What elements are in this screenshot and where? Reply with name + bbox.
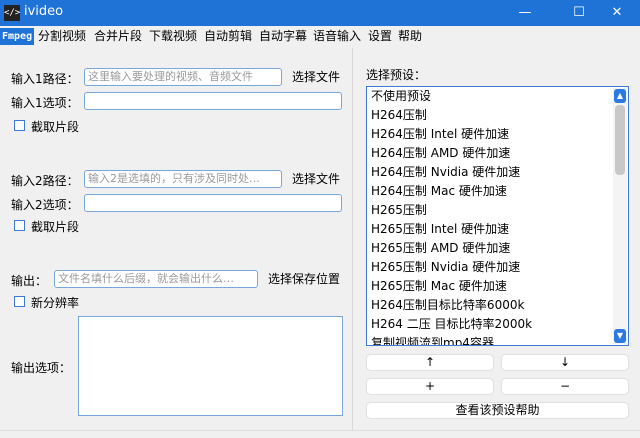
input1-options-field[interactable] <box>84 92 342 110</box>
remove-preset-button[interactable]: − <box>501 378 629 395</box>
output-options-label: 输出选项： <box>11 361 72 375</box>
panel-divider <box>352 48 353 430</box>
tab-merge-clips[interactable]: 合并片段 <box>94 28 142 45</box>
preset-help-button[interactable]: 查看该预设帮助 <box>366 402 629 419</box>
input2-options-label: 输入2选项： <box>11 198 79 212</box>
tab-auto-subtitle[interactable]: 自动字幕 <box>259 28 307 45</box>
preset-list-scrollbar[interactable]: ▲ ▼ <box>613 88 627 344</box>
input2-path-label: 输入2路径： <box>11 174 79 188</box>
tab-download-video[interactable]: 下载视频 <box>149 28 197 45</box>
list-item[interactable]: H265压制 AMD 硬件加速 <box>371 239 510 258</box>
status-bar <box>0 430 640 438</box>
input2-options-field[interactable] <box>84 194 342 212</box>
input1-clip-label: 截取片段 <box>31 120 80 134</box>
input2-choose-file-button[interactable]: 选择文件 <box>289 170 343 188</box>
tab-ffmpeg[interactable]: Fmpeg <box>0 28 35 45</box>
tab-auto-edit[interactable]: 自动剪辑 <box>204 28 252 45</box>
app-logo-icon: </> <box>4 5 20 21</box>
close-button[interactable]: ✕ <box>594 0 640 26</box>
window-title: ivideo <box>24 4 64 19</box>
input2-clip-checkbox[interactable] <box>14 220 25 231</box>
input1-options-label: 输入1选项： <box>11 96 79 110</box>
scroll-up-icon[interactable]: ▲ <box>614 89 626 103</box>
list-item[interactable]: H264压制 Nvidia 硬件加速 <box>371 163 520 182</box>
input1-clip-checkbox[interactable] <box>14 120 25 131</box>
input1-choose-file-button[interactable]: 选择文件 <box>289 68 343 86</box>
title-bar: </> ivideo — ☐ ✕ <box>0 0 640 26</box>
preset-list[interactable]: 不使用预设 H264压制 H264压制 Intel 硬件加速 H264压制 AM… <box>366 86 629 346</box>
list-item[interactable]: H264 二压 目标比特率2000k <box>371 315 532 334</box>
minimize-button[interactable]: — <box>502 0 548 26</box>
move-down-button[interactable]: ↓ <box>501 354 629 371</box>
list-item[interactable]: H264压制 Mac 硬件加速 <box>371 182 507 201</box>
input2-path-field[interactable]: 输入2是选填的，只有涉及同时处… <box>84 170 282 188</box>
menu-bar: Fmpeg 分割视频 合并片段 下载视频 自动剪辑 自动字幕 语音输入 设置 帮… <box>0 26 640 46</box>
output-label: 输出： <box>11 274 48 288</box>
list-item[interactable]: H265压制 <box>371 201 427 220</box>
tab-voice-input[interactable]: 语音输入 <box>313 28 361 45</box>
tab-settings[interactable]: 设置 <box>368 28 392 45</box>
input1-path-label: 输入1路径： <box>11 72 79 86</box>
tab-split-video[interactable]: 分割视频 <box>38 28 86 45</box>
list-item[interactable]: H264压制 <box>371 106 427 125</box>
list-item[interactable]: H265压制 Mac 硬件加速 <box>371 277 507 296</box>
list-item[interactable]: H264压制 AMD 硬件加速 <box>371 144 510 163</box>
new-resolution-checkbox[interactable] <box>14 296 25 307</box>
scroll-down-icon[interactable]: ▼ <box>614 329 626 343</box>
input2-clip-label: 截取片段 <box>31 220 80 234</box>
move-up-button[interactable]: ↑ <box>366 354 494 371</box>
choose-save-location-button[interactable]: 选择保存位置 <box>265 270 343 288</box>
output-options-textarea[interactable] <box>78 316 343 416</box>
input1-path-field[interactable]: 这里输入要处理的视频、音频文件 <box>84 68 282 86</box>
output-path-field[interactable]: 文件名填什么后缀，就会输出什么… <box>54 270 258 288</box>
add-preset-button[interactable]: + <box>366 378 494 395</box>
list-item[interactable]: 不使用预设 <box>371 87 431 106</box>
list-item[interactable]: H264压制目标比特率6000k <box>371 296 524 315</box>
new-resolution-label: 新分辨率 <box>31 296 80 310</box>
list-item[interactable]: H265压制 Nvidia 硬件加速 <box>371 258 520 277</box>
list-item[interactable]: H264压制 Intel 硬件加速 <box>371 125 509 144</box>
tab-help[interactable]: 帮助 <box>398 28 422 45</box>
list-item[interactable]: H265压制 Intel 硬件加速 <box>371 220 509 239</box>
preset-label: 选择预设： <box>366 68 427 82</box>
list-item[interactable]: 复制视频流到mp4容器 <box>371 334 494 345</box>
scroll-thumb[interactable] <box>615 105 625 175</box>
